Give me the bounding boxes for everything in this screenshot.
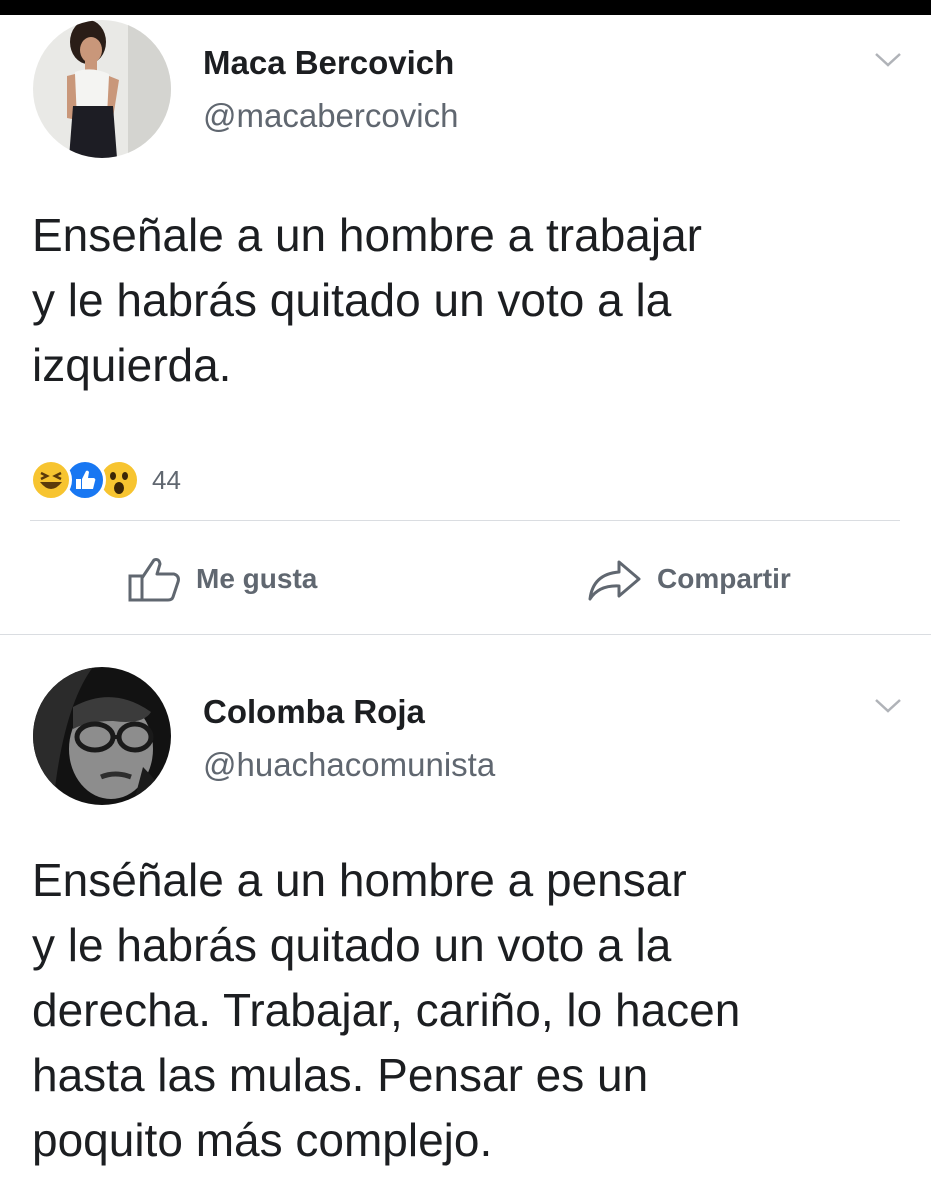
chevron-down-icon[interactable] [873,50,903,70]
author-avatar[interactable] [33,20,171,158]
thumbs-up-icon [128,558,180,602]
post-text-line: y le habrás quitado un voto a la [32,919,672,971]
like-button[interactable]: Me gusta [128,556,317,602]
like-label: Me gusta [196,563,318,594]
post-text-line: derecha. Trabajar, cariño, lo hacen [32,984,741,1036]
post-text-line: y le habrás quitado un voto a la [32,274,672,326]
author-avatar[interactable] [33,667,171,805]
status-bar-strip [0,0,931,15]
post-text-line: izquierda. [32,339,232,391]
author-name[interactable]: Maca Bercovich [203,44,454,82]
share-button[interactable]: Compartir [587,556,791,602]
reaction-summary[interactable]: 44 [30,458,181,502]
chevron-down-icon[interactable] [873,696,903,716]
author-name[interactable]: Colomba Roja [203,693,425,731]
post-text-line: Enseñale a un hombre a trabajar [32,209,702,261]
laughing-emoji-icon [30,459,72,501]
share-arrow-icon [588,560,641,601]
reaction-count: 44 [152,464,181,495]
divider [30,520,900,521]
author-handle[interactable]: @huachacomunista [203,746,495,784]
post-text-line: hasta las mulas. Pensar es un [32,1049,649,1101]
post-text: Enséñale a un hombre a pensar y le habrá… [32,848,740,1173]
post-text: Enseñale a un hombre a trabajar y le hab… [32,203,702,398]
divider [0,634,931,635]
post-text-line: Enséñale a un hombre a pensar [32,854,687,906]
share-label: Compartir [657,563,791,594]
post-text-line: poquito más complejo. [32,1114,493,1166]
author-handle[interactable]: @macabercovich [203,97,458,135]
